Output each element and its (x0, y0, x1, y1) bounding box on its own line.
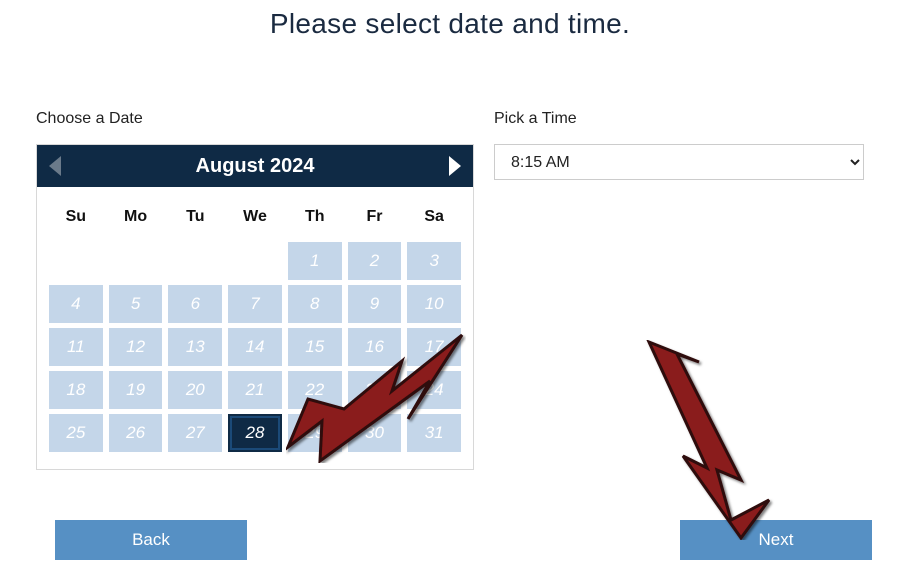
calendar-day[interactable]: 6 (168, 285, 222, 323)
calendar-dow: We (228, 197, 282, 237)
calendar-cell-empty (168, 242, 222, 280)
calendar-day[interactable]: 26 (109, 414, 163, 452)
calendar-day[interactable]: 9 (348, 285, 402, 323)
page-title: Please select date and time. (0, 8, 900, 40)
calendar-grid: Su Mo Tu We Th Fr Sa 1 2 3 (37, 187, 473, 469)
calendar-day[interactable]: 14 (228, 328, 282, 366)
calendar-month-label: August 2024 (196, 155, 315, 178)
calendar-day[interactable]: 31 (407, 414, 461, 452)
calendar-cell-empty (109, 242, 163, 280)
calendar-day[interactable]: 18 (49, 371, 103, 409)
calendar-dow: Su (49, 197, 103, 237)
back-button[interactable]: Back (55, 520, 247, 560)
calendar-day-selected[interactable]: 28 (228, 414, 282, 452)
calendar-cell-empty (49, 242, 103, 280)
calendar-prev-icon[interactable] (49, 156, 61, 176)
calendar-day[interactable]: 17 (407, 328, 461, 366)
calendar-day[interactable]: 19 (109, 371, 163, 409)
choose-date-label: Choose a Date (36, 110, 474, 128)
calendar: August 2024 Su Mo Tu We Th Fr Sa (36, 144, 474, 470)
calendar-day[interactable]: 7 (228, 285, 282, 323)
calendar-dow: Fr (348, 197, 402, 237)
calendar-day[interactable]: 3 (407, 242, 461, 280)
calendar-day[interactable]: 11 (49, 328, 103, 366)
calendar-dow: Tu (168, 197, 222, 237)
calendar-dow: Th (288, 197, 342, 237)
calendar-dow: Sa (407, 197, 461, 237)
calendar-day[interactable]: 4 (49, 285, 103, 323)
calendar-day[interactable]: 8 (288, 285, 342, 323)
calendar-day[interactable]: 22 (288, 371, 342, 409)
calendar-day[interactable]: 16 (348, 328, 402, 366)
calendar-day[interactable]: 5 (109, 285, 163, 323)
calendar-day[interactable]: 27 (168, 414, 222, 452)
calendar-dow: Mo (109, 197, 163, 237)
next-button[interactable]: Next (680, 520, 872, 560)
calendar-day[interactable]: 23 (348, 371, 402, 409)
calendar-cell-empty (228, 242, 282, 280)
time-select[interactable]: 8:15 AM (494, 144, 864, 180)
calendar-day[interactable]: 20 (168, 371, 222, 409)
calendar-day[interactable]: 25 (49, 414, 103, 452)
calendar-day[interactable]: 12 (109, 328, 163, 366)
calendar-day[interactable]: 15 (288, 328, 342, 366)
calendar-day[interactable]: 29 (288, 414, 342, 452)
calendar-header: August 2024 (37, 145, 473, 187)
calendar-day[interactable]: 1 (288, 242, 342, 280)
calendar-day[interactable]: 13 (168, 328, 222, 366)
calendar-day[interactable]: 24 (407, 371, 461, 409)
calendar-day[interactable]: 21 (228, 371, 282, 409)
calendar-day[interactable]: 2 (348, 242, 402, 280)
calendar-day[interactable]: 30 (348, 414, 402, 452)
calendar-day[interactable]: 10 (407, 285, 461, 323)
pick-time-label: Pick a Time (494, 110, 864, 128)
calendar-next-icon[interactable] (449, 156, 461, 176)
